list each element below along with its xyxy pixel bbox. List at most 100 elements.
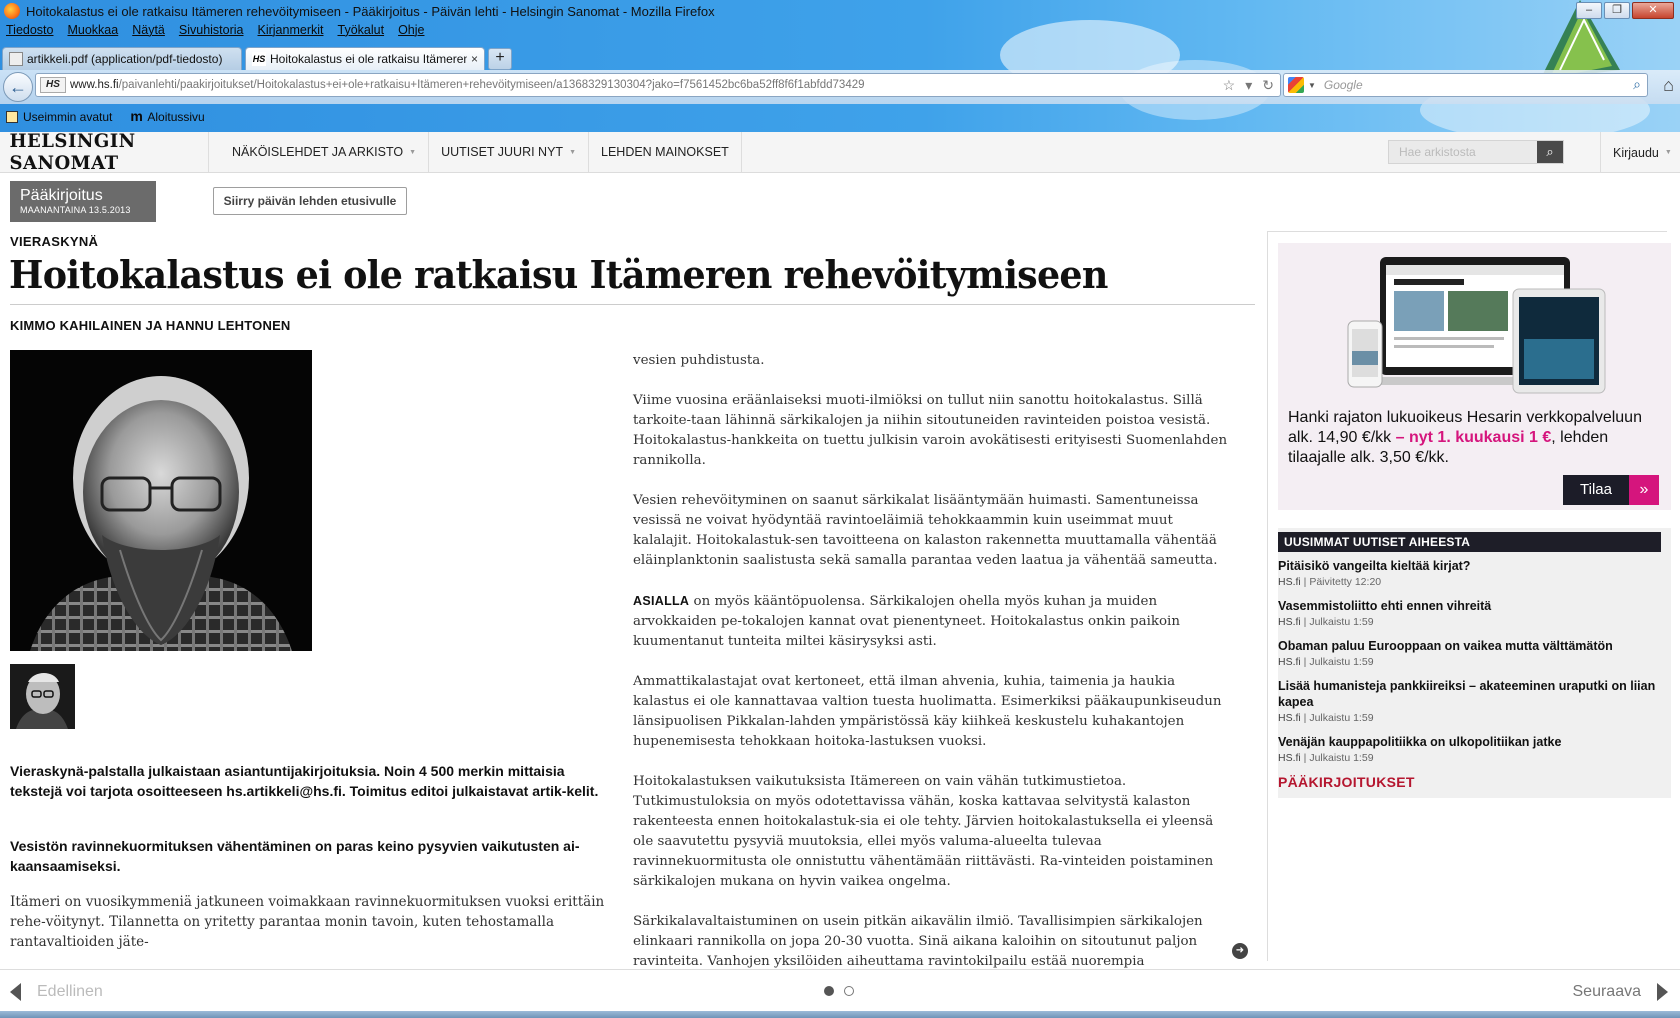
os-taskbar (0, 1011, 1680, 1018)
search-engine-dropdown-icon[interactable]: ▼ (1308, 81, 1316, 90)
archive-search-input[interactable]: Hae arkistosta (1389, 145, 1537, 159)
close-window-icon[interactable]: ✕ (1632, 2, 1674, 19)
login-menu[interactable]: Kirjaudu ▼ (1600, 132, 1672, 173)
section-badge: Pääkirjoitus MAANANTAINA 13.5.2013 (10, 181, 156, 222)
search-icon[interactable]: ⌕ (1633, 76, 1641, 93)
search-icon[interactable]: ⌕ (1537, 141, 1563, 163)
article-paragraph: Vesien rehevöityminen on saanut särkikal… (633, 493, 1218, 568)
bookmark-start-page[interactable]: m Aloitussivu (130, 108, 205, 124)
new-tab-button[interactable]: + (488, 48, 512, 70)
site-logo[interactable]: HELSINGIN SANOMAT (0, 130, 209, 174)
tab-label: artikkeli.pdf (application/pdf-tiedosto) (27, 52, 223, 66)
news-meta: HS.fi | Julkaistu 1:59 (1278, 752, 1374, 764)
nav-archive[interactable]: NÄKÖISLEHDET JA ARKISTO ▼ (220, 132, 430, 172)
page-dot-2[interactable] (844, 986, 854, 996)
menu-bookmarks[interactable]: Kirjanmerkit (258, 23, 324, 43)
news-item[interactable]: Pitäisikö vangeilta kieltää kirjat? HS.f… (1278, 558, 1661, 588)
page-dot-1[interactable] (824, 986, 834, 996)
next-link[interactable]: Seuraava (1573, 983, 1668, 1001)
section-name: Pääkirjoitus (20, 187, 103, 204)
bookmark-label: Aloitussivu (147, 110, 205, 124)
article-kicker: VIERASKYNÄ (10, 234, 99, 249)
article-paragraph: Itämeri on vuosikymmeniä jatkuneen voima… (10, 894, 605, 950)
search-bar[interactable]: ▼ Google ⌕ (1283, 73, 1648, 97)
news-title[interactable]: Venäjän kauppapolitiikka on ulkopolitiik… (1278, 734, 1661, 750)
history-dropdown-icon[interactable]: ▾ (1245, 77, 1252, 94)
bookmarks-toolbar: Useimmin avatut m Aloitussivu (0, 106, 205, 128)
site-identity-icon[interactable]: HS (40, 77, 66, 93)
minimize-icon[interactable]: – (1576, 2, 1602, 19)
menu-view[interactable]: Näytä (132, 23, 165, 43)
article-headline: Hoitokalastus ei ole ratkaisu Itämeren r… (9, 252, 1108, 297)
menu-edit[interactable]: Muokkaa (67, 23, 118, 43)
nav-latest-news[interactable]: UUTISET JUURI NYT ▼ (429, 132, 589, 172)
firefox-logo-icon (4, 3, 20, 19)
close-tab-icon[interactable]: × (471, 52, 478, 66)
chevron-down-icon: ▼ (1664, 149, 1672, 156)
nav-label: UUTISET JUURI NYT (441, 145, 564, 159)
submission-note: Vieraskynä-palstalla julkaistaan asiantu… (10, 763, 599, 799)
back-arrow-icon[interactable]: ← (3, 72, 33, 102)
news-meta: HS.fi | Julkaistu 1:59 (1278, 712, 1374, 724)
article-paragraph: vesien puhdistusta. (633, 353, 765, 368)
news-item[interactable]: Obaman paluu Eurooppaan on vaikea mutta … (1278, 638, 1661, 668)
tab-label: Hoitokalastus ei ole ratkaisu Itämeren r… (270, 52, 467, 66)
bookmark-most-visited[interactable]: Useimmin avatut (6, 110, 112, 124)
subscription-promo[interactable]: Hanki rajaton lukuoikeus Hesarin verkkop… (1278, 243, 1671, 510)
news-time: Julkaistu 1:59 (1309, 712, 1374, 724)
menu-history[interactable]: Sivuhistoria (179, 23, 244, 43)
folder-icon (6, 111, 18, 123)
news-time: Julkaistu 1:59 (1309, 616, 1374, 628)
previous-link[interactable]: Edellinen (10, 983, 103, 1001)
news-title[interactable]: Vasemmistoliitto ehti ennen vihreitä (1278, 598, 1661, 614)
news-title[interactable]: Pitäisikö vangeilta kieltää kirjat? (1278, 558, 1661, 574)
article-lede: Vesistön ravinnekuormituksen vähentämine… (10, 838, 580, 874)
archive-search[interactable]: Hae arkistosta ⌕ (1388, 140, 1564, 164)
chevron-down-icon: ▼ (569, 148, 576, 156)
browser-chrome: Hoitokalastus ei ole ratkaisu Itämeren r… (0, 0, 1680, 132)
pdf-icon (9, 52, 23, 66)
navigation-toolbar: ← HS www.hs.fi/paivanlehti/paakirjoituks… (0, 70, 1680, 104)
article-body-column: vesien puhdistusta. Viime vuosina eräänl… (633, 351, 1233, 1012)
paragraph-text: on myös kääntöpuolensa. Särkikalojen ohe… (633, 594, 1180, 649)
related-news-header: UUSIMMAT UUTISET AIHEESTA (1278, 532, 1661, 552)
menu-help[interactable]: Ohje (398, 23, 424, 43)
maximize-icon[interactable]: ❐ (1604, 2, 1630, 19)
subscribe-button[interactable]: Tilaa » (1563, 475, 1659, 505)
tab-pdf[interactable]: artikkeli.pdf (application/pdf-tiedosto) (2, 47, 242, 70)
menu-bar: Tiedosto Muokkaa Näytä Sivuhistoria Kirj… (0, 23, 424, 43)
tab-article[interactable]: HS Hoitokalastus ei ole ratkaisu Itämere… (245, 47, 485, 70)
url-host: www.hs.fi (70, 79, 119, 91)
editorials-link[interactable]: PÄÄKIRJOITUKSET (1278, 774, 1415, 790)
home-icon[interactable]: ⌂ (1663, 75, 1674, 96)
news-item[interactable]: Vasemmistoliitto ehti ennen vihreitä HS.… (1278, 598, 1661, 628)
news-source: HS.fi (1278, 656, 1301, 668)
menu-tools[interactable]: Työkalut (338, 23, 385, 43)
news-item[interactable]: Venäjän kauppapolitiikka on ulkopolitiik… (1278, 734, 1661, 764)
news-time: Julkaistu 1:59 (1309, 752, 1374, 764)
next-page-arrow-icon[interactable]: ➜ (1232, 943, 1248, 959)
frontpage-button[interactable]: Siirry päivän lehden etusivulle (213, 187, 407, 215)
chevron-left-icon (10, 983, 21, 1001)
nav-ads[interactable]: LEHDEN MAINOKSET (589, 132, 742, 172)
double-chevron-right-icon: » (1629, 475, 1659, 505)
news-title[interactable]: Lisää humanisteja pankkiireiksi – akatee… (1278, 678, 1661, 710)
chevron-right-icon (1657, 983, 1668, 1001)
news-time: Päivitetty 12:20 (1309, 576, 1382, 588)
menu-file[interactable]: Tiedosto (6, 23, 53, 43)
site-navigation: HELSINGIN SANOMAT NÄKÖISLEHDET JA ARKIST… (0, 130, 1680, 174)
reload-icon[interactable]: ↻ (1262, 77, 1274, 94)
article-paragraph: Hoitokalastuksen vaikutuksista Itämereen… (633, 774, 1214, 889)
news-item[interactable]: Lisää humanisteja pankkiireiksi – akatee… (1278, 678, 1661, 724)
divider (10, 304, 1255, 305)
news-meta: HS.fi | Julkaistu 1:59 (1278, 616, 1374, 628)
author-photo (10, 350, 312, 651)
google-icon[interactable] (1288, 77, 1304, 93)
window-controls: – ❐ ✕ (1576, 2, 1674, 19)
address-bar[interactable]: HS www.hs.fi/paivanlehti/paakirjoitukset… (35, 73, 1281, 97)
bookmark-star-icon[interactable]: ☆ (1223, 77, 1236, 94)
m-icon: m (130, 108, 143, 124)
news-title[interactable]: Obaman paluu Eurooppaan on vaikea mutta … (1278, 638, 1661, 654)
page-dots (824, 986, 854, 996)
related-news: UUSIMMAT UUTISET AIHEESTA Pitäisikö vang… (1278, 528, 1671, 798)
